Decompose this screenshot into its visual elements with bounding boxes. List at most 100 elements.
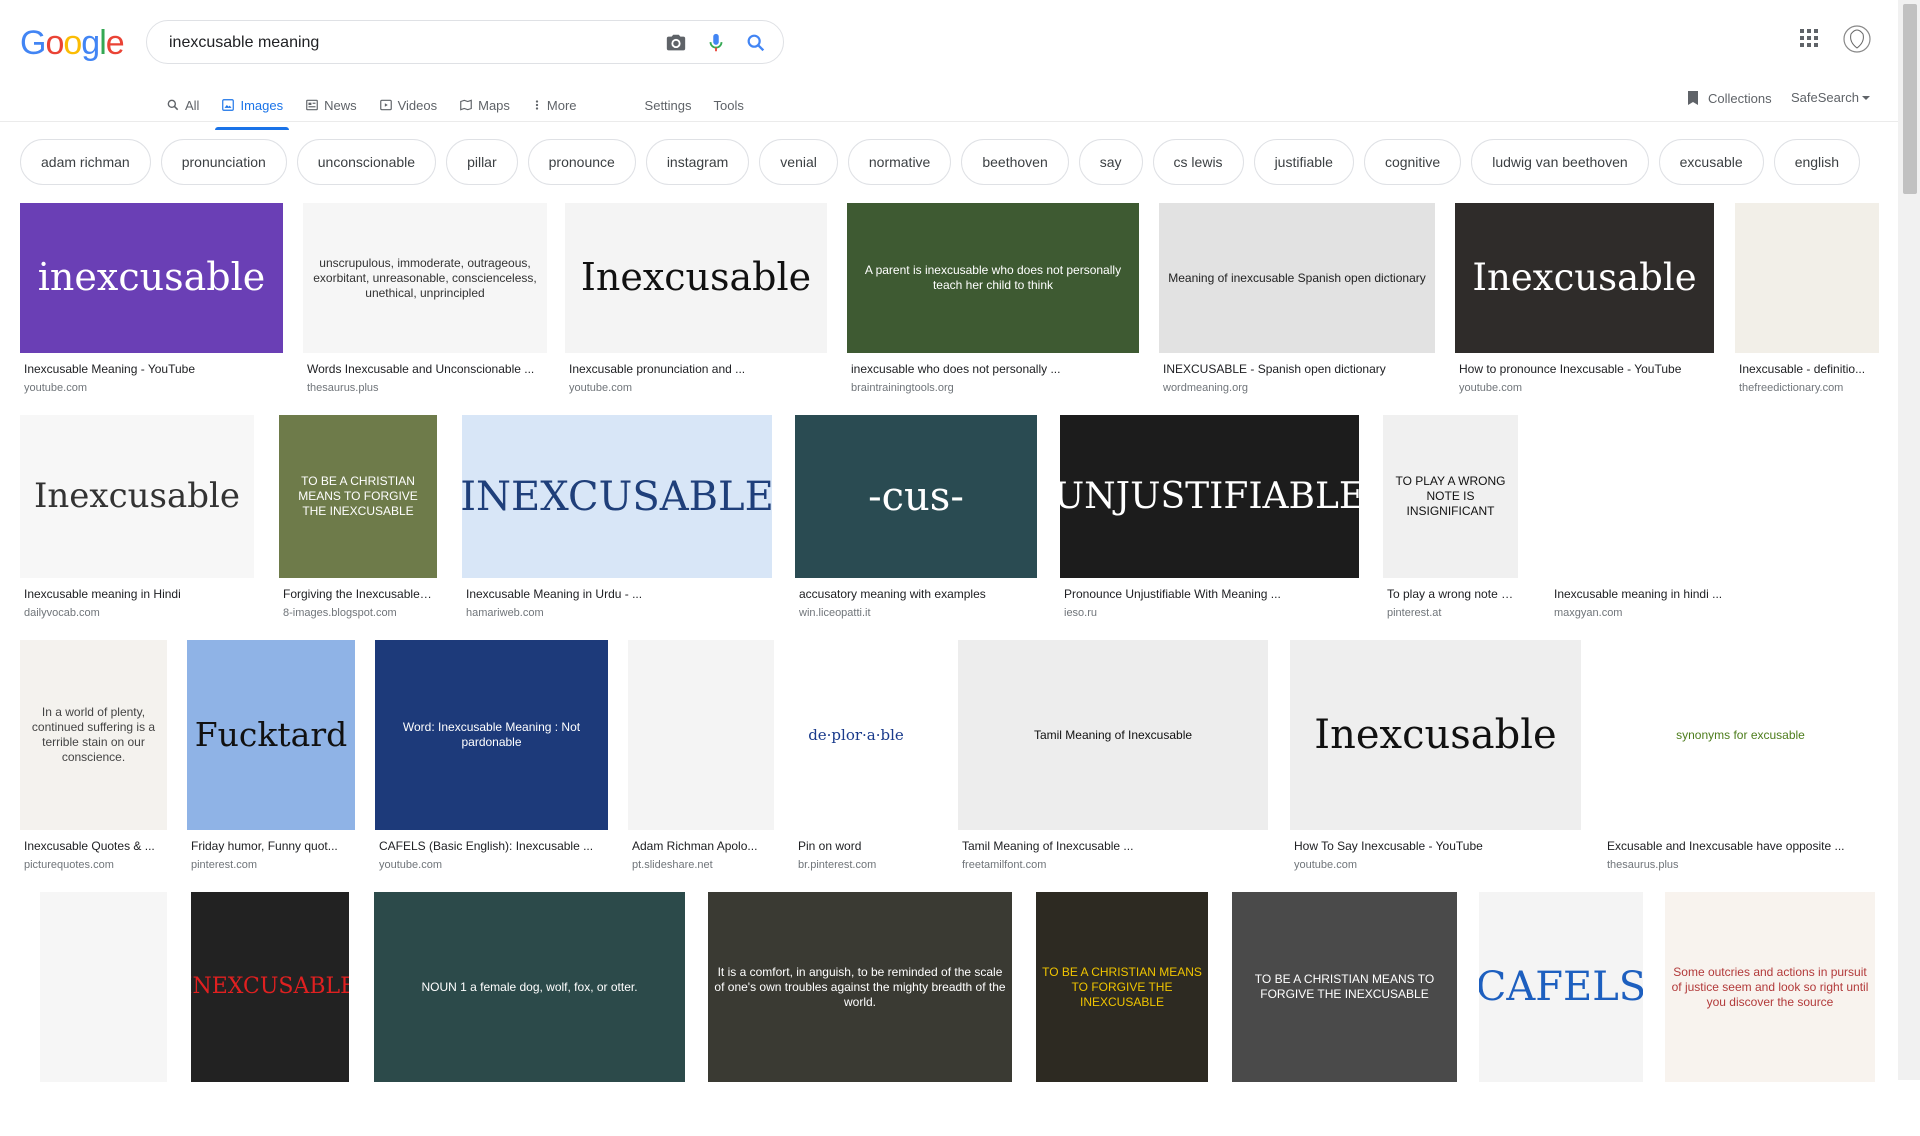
result-title[interactable]: Pronounce Unjustifiable With Meaning ...	[1064, 587, 1355, 601]
result-title[interactable]: Inexcusable meaning in hindi ...	[1554, 587, 1873, 601]
result-thumbnail[interactable]: A parent is inexcusable who does not per…	[847, 203, 1139, 353]
image-result[interactable]: inexcusable Inexcusable Meaning - YouTube…	[20, 203, 283, 407]
result-source[interactable]: youtube.com	[1294, 859, 1577, 871]
result-thumbnail[interactable]: UNJUSTIFIABLE	[1060, 415, 1359, 578]
search-icon[interactable]	[745, 32, 767, 54]
result-title[interactable]: Inexcusable Meaning - YouTube	[24, 362, 279, 376]
result-thumbnail[interactable]: TO BE A CHRISTIAN MEANS TO FORGIVE THE I…	[1036, 892, 1208, 1082]
result-title[interactable]: INEXCUSABLE - Spanish open dictionary	[1163, 362, 1431, 376]
settings-link[interactable]: Settings	[645, 90, 692, 120]
result-source[interactable]: maxgyan.com	[1554, 607, 1873, 619]
result-thumbnail[interactable]: unscrupulous, immoderate, outrageous, ex…	[303, 203, 547, 353]
related-search-chip[interactable]: say	[1078, 139, 1143, 185]
image-result[interactable]: INEXCUSABLE Inexcusable Meaning in Urdu -…	[462, 415, 772, 632]
account-avatar[interactable]	[1842, 22, 1872, 61]
result-thumbnail[interactable]: inexcusable	[20, 203, 283, 353]
result-title[interactable]: Inexcusable Meaning in Urdu - ...	[466, 587, 768, 601]
result-source[interactable]: thesaurus.plus	[1607, 859, 1874, 871]
result-title[interactable]: Tamil Meaning of Inexcusable ...	[962, 839, 1264, 853]
tab-maps[interactable]: Maps	[459, 90, 510, 120]
image-result[interactable]: NOUN 1 a female dog, wolf, fox, or otter…	[374, 892, 685, 1136]
result-thumbnail[interactable]: NOUN 1 a female dog, wolf, fox, or otter…	[374, 892, 685, 1082]
related-search-chip[interactable]: normative	[847, 139, 952, 185]
related-search-chip[interactable]: pillar	[446, 139, 518, 185]
result-title[interactable]: Inexcusable - definitio...	[1739, 362, 1875, 376]
result-thumbnail[interactable]: synonyms for excusable	[1603, 640, 1878, 830]
result-thumbnail[interactable]	[628, 640, 774, 830]
result-title[interactable]: Friday humor, Funny quot...	[191, 839, 351, 853]
result-thumbnail[interactable]	[1550, 415, 1877, 578]
related-search-chip[interactable]: justifiable	[1253, 139, 1354, 185]
image-result[interactable]: Inexcusable - definitio... thefreediction…	[1735, 203, 1879, 407]
result-source[interactable]: pinterest.at	[1387, 607, 1514, 619]
image-result[interactable]: Fucktard Friday humor, Funny quot... pinte…	[187, 640, 355, 884]
result-title[interactable]: Forgiving the Inexcusable,...	[283, 587, 433, 601]
related-search-chip[interactable]: cognitive	[1363, 139, 1462, 185]
result-thumbnail[interactable]	[1735, 203, 1879, 353]
image-result[interactable]: Inexcusable How To Say Inexcusable - YouT…	[1290, 640, 1581, 884]
image-result[interactable]: -cus-accusatory meaning with examples win…	[795, 415, 1037, 632]
microphone-icon[interactable]	[705, 32, 727, 54]
result-thumbnail[interactable]: TO BE A CHRISTIAN MEANS TO FORGIVE THE I…	[1232, 892, 1457, 1082]
result-thumbnail[interactable]: TO PLAY A WRONG NOTE IS INSIGNIFICANT	[1383, 415, 1518, 578]
result-title[interactable]: Excusable and Inexcusable have opposite …	[1607, 839, 1874, 853]
image-result[interactable]: CAFELS	[1479, 892, 1643, 1136]
related-search-chip[interactable]: english	[1773, 139, 1861, 185]
image-result[interactable]: TO PLAY A WRONG NOTE IS INSIGNIFICANT To …	[1383, 415, 1518, 632]
image-result[interactable]: unscrupulous, immoderate, outrageous, ex…	[303, 203, 547, 407]
image-result[interactable]: Inexcusable Inexcusable pronunciation and…	[565, 203, 827, 407]
image-result[interactable]: Word: Inexcusable Meaning : Not pardonab…	[375, 640, 608, 884]
google-logo[interactable]: Google	[20, 24, 125, 63]
result-thumbnail[interactable]: Inexcusable	[1455, 203, 1714, 353]
image-result[interactable]: synonyms for excusable Excusable and Inex…	[1603, 640, 1878, 884]
related-search-chip[interactable]: ludwig van beethoven	[1471, 139, 1649, 185]
related-search-chip[interactable]: instagram	[645, 139, 750, 185]
search-box[interactable]	[146, 20, 784, 64]
tab-more[interactable]: More	[532, 90, 577, 120]
result-title[interactable]: Words Inexcusable and Unconscionable ...	[307, 362, 543, 376]
image-result[interactable]: TO BE A CHRISTIAN MEANS TO FORGIVE THE I…	[279, 415, 437, 632]
result-thumbnail[interactable]: In a world of plenty, continued sufferin…	[20, 640, 167, 830]
result-source[interactable]: braintrainingtools.org	[851, 382, 1135, 394]
camera-icon[interactable]	[665, 32, 687, 54]
search-input[interactable]	[167, 31, 641, 55]
image-result[interactable]: Some outcries and actions in pursuit of …	[1665, 892, 1875, 1136]
image-result[interactable]: Adam Richman Apolo... pt.slideshare.net	[628, 640, 774, 884]
result-source[interactable]: youtube.com	[1459, 382, 1710, 394]
image-result[interactable]: A parent is inexcusable who does not per…	[847, 203, 1139, 407]
image-result[interactable]: TO BE A CHRISTIAN MEANS TO FORGIVE THE I…	[1232, 892, 1457, 1136]
related-search-chip[interactable]: venial	[759, 139, 838, 185]
image-result[interactable]: Inexcusable Inexcusable meaning in Hindi d…	[20, 415, 254, 632]
tab-images[interactable]: Images	[215, 90, 289, 130]
result-title[interactable]: Pin on word	[798, 839, 914, 853]
result-thumbnail[interactable]: It is a comfort, in anguish, to be remin…	[708, 892, 1012, 1082]
result-thumbnail[interactable]: de·plor·a·ble	[794, 640, 918, 830]
result-source[interactable]: 8-images.blogspot.com	[283, 607, 433, 619]
result-source[interactable]: pt.slideshare.net	[632, 859, 770, 871]
result-thumbnail[interactable]: Tamil Meaning of Inexcusable	[958, 640, 1268, 830]
image-result[interactable]: Meaning of inexcusable Spanish open dict…	[1159, 203, 1435, 407]
result-thumbnail[interactable]: INEXCUSABLE	[462, 415, 772, 578]
result-thumbnail[interactable]: Inexcusable	[1290, 640, 1581, 830]
related-search-chip[interactable]: adam richman	[20, 139, 151, 185]
result-thumbnail[interactable]: Fucktard	[187, 640, 355, 830]
tab-videos[interactable]: Videos	[379, 90, 437, 120]
tab-news[interactable]: News	[305, 90, 357, 120]
image-result[interactable]: It is a comfort, in anguish, to be remin…	[708, 892, 1012, 1136]
result-source[interactable]: pinterest.com	[191, 859, 351, 871]
result-thumbnail[interactable]: -cus-	[795, 415, 1037, 578]
result-thumbnail[interactable]	[40, 892, 167, 1082]
result-title[interactable]: Inexcusable pronunciation and ...	[569, 362, 823, 376]
result-source[interactable]: youtube.com	[379, 859, 604, 871]
result-title[interactable]: CAFELS (Basic English): Inexcusable ...	[379, 839, 604, 853]
result-source[interactable]: br.pinterest.com	[798, 859, 914, 871]
result-thumbnail[interactable]: TO BE A CHRISTIAN MEANS TO FORGIVE THE I…	[279, 415, 437, 578]
image-result[interactable]: Tamil Meaning of Inexcusable Tamil Meanin…	[958, 640, 1268, 884]
result-title[interactable]: Inexcusable Quotes & ...	[24, 839, 163, 853]
result-source[interactable]: thesaurus.plus	[307, 382, 543, 394]
image-result[interactable]: TO BE A CHRISTIAN MEANS TO FORGIVE THE I…	[1036, 892, 1208, 1136]
result-source[interactable]: youtube.com	[24, 382, 279, 394]
related-search-chip[interactable]: pronunciation	[160, 139, 287, 185]
image-result[interactable]: Inexcusable How to pronounce Inexcusable …	[1455, 203, 1714, 407]
result-source[interactable]: wordmeaning.org	[1163, 382, 1431, 394]
